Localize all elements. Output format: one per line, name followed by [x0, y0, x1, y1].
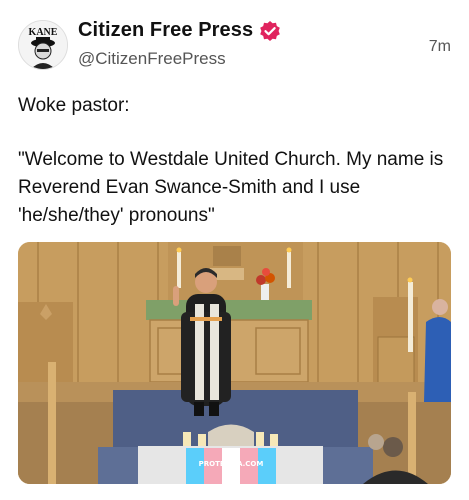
avatar-image: KANE	[19, 21, 67, 69]
tweet-card: KANE Citizen Free Press @CitizenFreePres…	[0, 0, 469, 500]
watermark-text: PROTESTIA.COM	[199, 460, 264, 468]
avatar-logo-text: KANE	[29, 27, 58, 38]
post-text-line: Woke pastor:	[18, 95, 130, 116]
post-timestamp[interactable]: 7m	[429, 38, 451, 56]
church-scene-image: PROTESTIA.COM	[18, 242, 451, 484]
verified-badge-icon	[260, 20, 281, 41]
account-handle[interactable]: @CitizenFreePress	[78, 49, 226, 69]
post-media-image[interactable]: PROTESTIA.COM	[18, 242, 451, 484]
name-row: Citizen Free Press	[78, 19, 281, 42]
avatar[interactable]: KANE	[18, 20, 68, 70]
display-name[interactable]: Citizen Free Press	[78, 19, 253, 42]
post-text-quote: "Welcome to Westdale United Church. My n…	[18, 149, 444, 226]
